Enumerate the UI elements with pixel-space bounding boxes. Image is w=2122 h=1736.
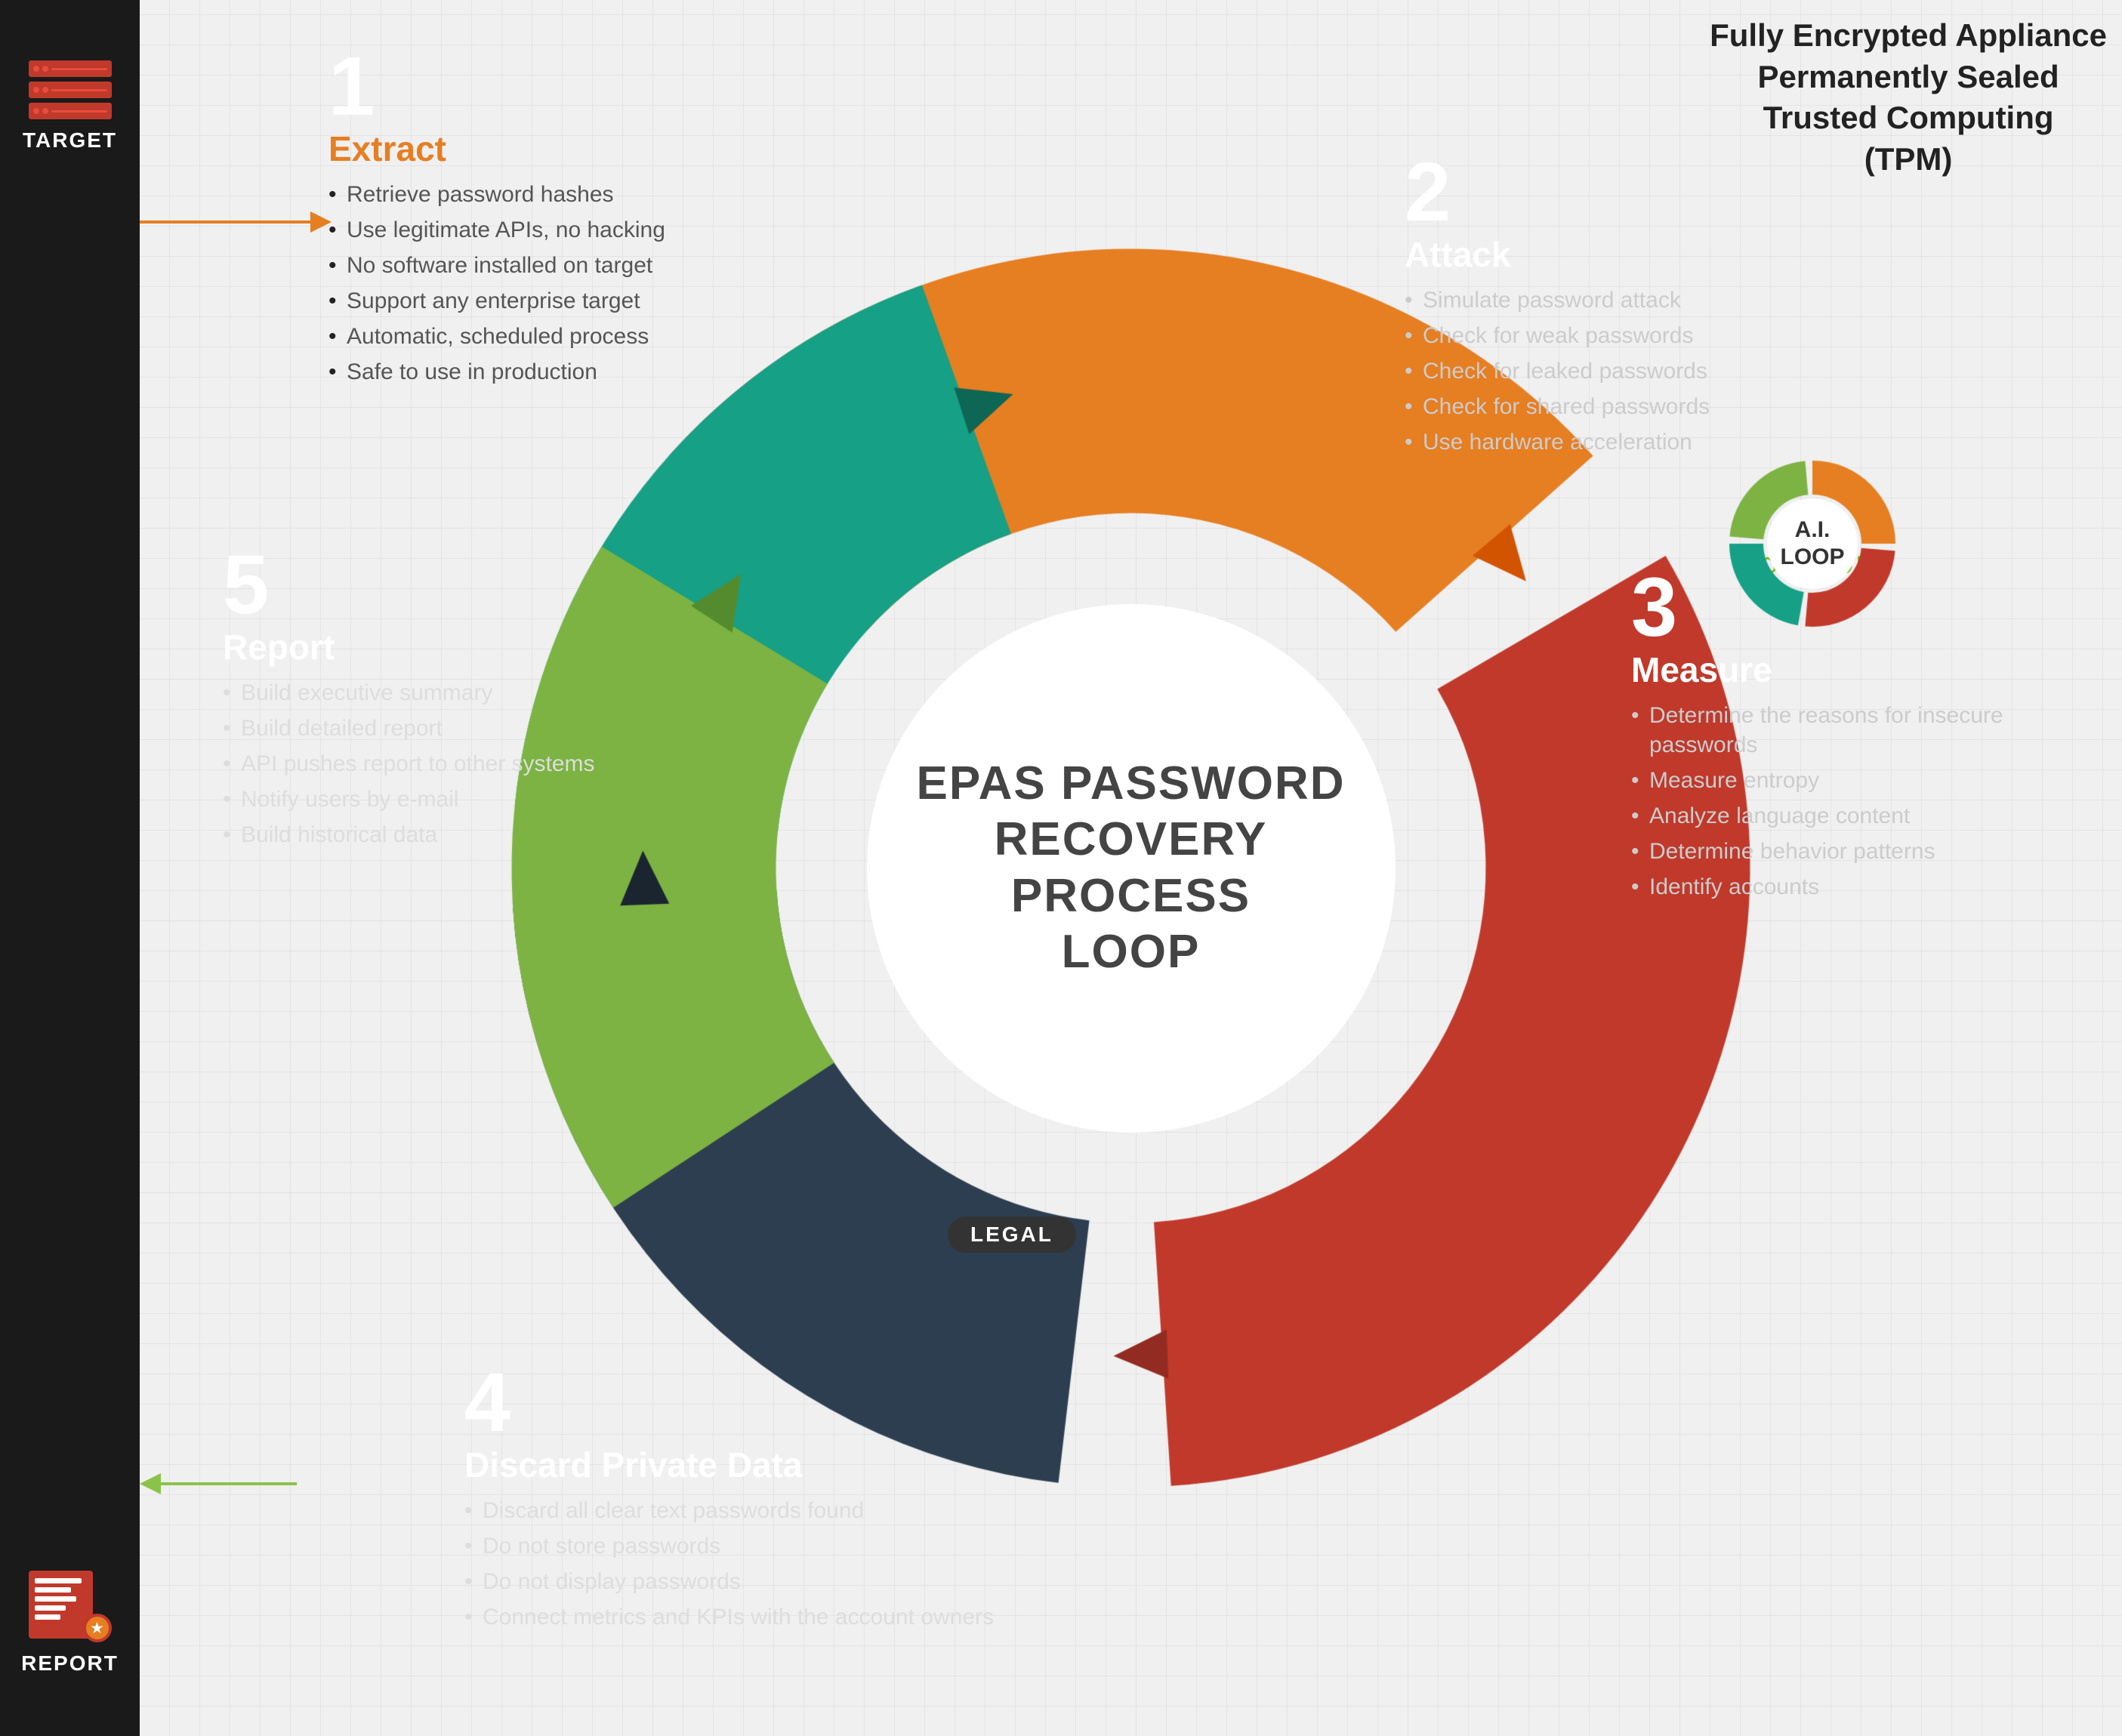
bullet-item: Check for leaked passwords — [1405, 356, 1873, 386]
report-connector — [140, 1473, 297, 1494]
bullet-item: Automatic, scheduled process — [328, 322, 857, 351]
bullet-item: Identify accounts — [1631, 872, 2084, 902]
sidebar-target: TARGET — [23, 60, 117, 153]
step-report: 5 Report Build executive summary Build de… — [223, 544, 646, 856]
bullet-item: Use legitimate APIs, no hacking — [328, 215, 857, 245]
step2-number: 2 — [1405, 151, 1873, 234]
report-icon: ★ — [29, 1571, 112, 1642]
step5-title: Report — [223, 627, 646, 668]
bullet-item: Analyze language content — [1631, 801, 2084, 831]
sidebar: TARGET ★ REPORT — [0, 0, 140, 1736]
target-connector — [140, 211, 332, 233]
bullet-item: API pushes report to other systems — [223, 749, 646, 779]
bullet-item: Do not display passwords — [464, 1567, 1023, 1596]
step-discard: LEGAL 4 Discard Private Data Discard all… — [464, 1361, 1023, 1638]
ai-loop-label: A.I.LOOP — [1780, 516, 1844, 571]
step1-title: Extract — [328, 128, 857, 169]
step-extract: 1 Extract Retrieve password hashes Use le… — [328, 45, 857, 393]
step1-number: 1 — [328, 45, 857, 128]
sidebar-report: ★ REPORT — [21, 1571, 119, 1676]
bullet-item: Build detailed report — [223, 714, 646, 743]
step2-title: Attack — [1405, 234, 1873, 275]
step5-number: 5 — [223, 544, 646, 627]
bullet-item: Determine the reasons for insecure passw… — [1631, 701, 2084, 760]
step1-bullets: Retrieve password hashes Use legitimate A… — [328, 180, 857, 387]
step2-bullets: Simulate password attack Check for weak p… — [1405, 285, 1873, 457]
step-attack: 2 Attack Simulate password attack Check f… — [1405, 151, 1873, 463]
bullet-item: Simulate password attack — [1405, 285, 1873, 315]
report-label: REPORT — [21, 1651, 119, 1676]
bullet-item: Check for shared passwords — [1405, 392, 1873, 421]
center-circle: EPAS PASSWORD RECOVERY PROCESS LOOP — [867, 604, 1396, 1133]
bullet-item: Measure entropy — [1631, 766, 2084, 795]
step3-bullets: Determine the reasons for insecure passw… — [1631, 701, 2084, 902]
bullet-item: Retrieve password hashes — [328, 180, 857, 209]
ai-loop: A.I.LOOP — [1714, 446, 1911, 642]
bullet-item: Connect metrics and KPIs with the accoun… — [464, 1602, 1023, 1632]
target-label: TARGET — [23, 128, 117, 153]
bullet-item: Safe to use in production — [328, 357, 857, 387]
legal-badge: LEGAL — [948, 1216, 1076, 1253]
bullet-item: Support any enterprise target — [328, 286, 857, 316]
bullet-item: Do not store passwords — [464, 1531, 1023, 1561]
main-content: Fully Encrypted Appliance Permanently Se… — [140, 0, 2122, 1736]
center-text: EPAS PASSWORD RECOVERY PROCESS LOOP — [917, 756, 1346, 981]
step4-title: Discard Private Data — [464, 1445, 1023, 1485]
step4-bullets: Discard all clear text passwords found Do… — [464, 1496, 1023, 1632]
step4-number: 4 — [464, 1361, 1023, 1445]
bullet-item: Build executive summary — [223, 678, 646, 708]
bullet-item: Build historical data — [223, 820, 646, 849]
bullet-item: Notify users by e-mail — [223, 785, 646, 814]
step3-title: Measure — [1631, 649, 2084, 690]
step5-bullets: Build executive summary Build detailed re… — [223, 678, 646, 849]
bullet-item: Check for weak passwords — [1405, 321, 1873, 350]
bullet-item: No software installed on target — [328, 251, 857, 280]
bullet-item: Determine behavior patterns — [1631, 837, 2084, 866]
bullet-item: Discard all clear text passwords found — [464, 1496, 1023, 1525]
server-icon — [29, 60, 112, 119]
